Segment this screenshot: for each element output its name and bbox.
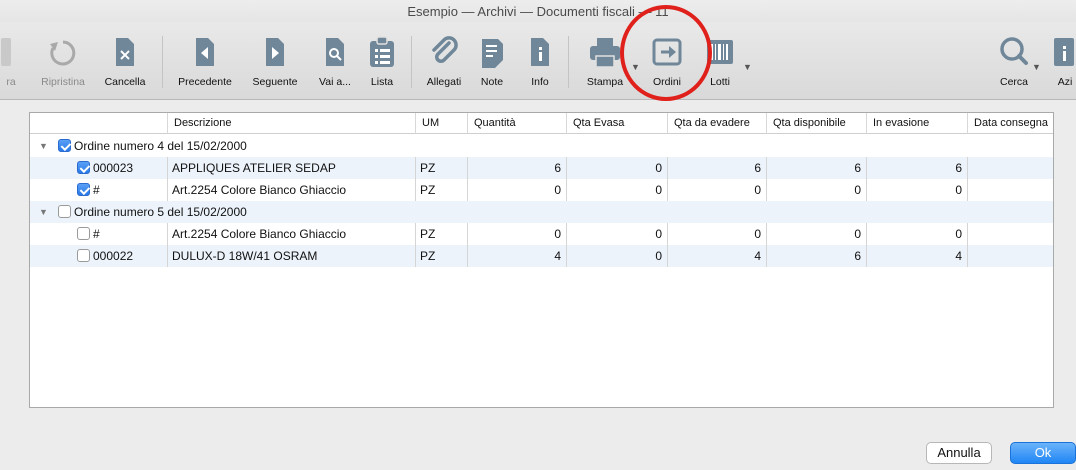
cell-qta-disponibile: 0 [766, 223, 866, 245]
cell-qta-disponibile: 6 [766, 245, 866, 267]
row-code: # [93, 227, 100, 241]
goto-document-icon [326, 38, 344, 66]
header-qta-disponibile[interactable]: Qta disponibile [766, 113, 866, 134]
disclosure-triangle-icon[interactable]: ▼ [39, 201, 48, 223]
restore-icon [50, 40, 76, 66]
cell-in-evasione: 6 [866, 157, 967, 179]
annulla-button[interactable]: Annulla [926, 442, 992, 464]
precedente-button[interactable]: Precedente [170, 28, 240, 94]
table-header: Descrizione UM Quantità Qta Evasa Qta da… [30, 113, 1053, 134]
row-checkbox[interactable] [77, 249, 90, 262]
group-label: Ordine numero 4 del 15/02/2000 [74, 139, 247, 153]
cell-quantita: 4 [467, 245, 566, 267]
paperclip-icon [432, 36, 458, 63]
cell-quantita: 0 [467, 179, 566, 201]
row-checkbox[interactable] [77, 183, 90, 196]
group-checkbox[interactable] [58, 205, 71, 218]
ordini-highlight-circle [620, 5, 712, 101]
header-qta-da-evadere[interactable]: Qta da evadere [667, 113, 766, 134]
cell-qta-da-evadere: 0 [667, 223, 766, 245]
cell-um: PZ [415, 245, 467, 267]
note-icon [482, 39, 503, 68]
previous-document-icon [196, 38, 214, 66]
delete-document-icon [116, 38, 134, 66]
header-quantita[interactable]: Quantità [467, 113, 566, 134]
group-row[interactable]: ▼ Ordine numero 5 del 15/02/2000 [30, 201, 1053, 223]
info-document-icon [531, 38, 549, 66]
toolbar-separator [411, 36, 412, 88]
cell-descrizione: Art.2254 Colore Bianco Ghiaccio [167, 179, 415, 201]
cerca-dropdown-arrow-icon[interactable]: ▼ [1032, 62, 1041, 72]
vai-a-button[interactable]: Vai a... [308, 28, 362, 94]
cell-data-consegna [967, 223, 1053, 245]
row-checkbox[interactable] [77, 161, 90, 174]
cell-descrizione: APPLIQUES ATELIER SEDAP [167, 157, 415, 179]
toolbar-separator [162, 36, 163, 88]
ok-button[interactable]: Ok [1010, 442, 1076, 464]
header-um[interactable]: UM [415, 113, 467, 134]
row-checkbox[interactable] [77, 227, 90, 240]
cell-qta-evasa: 0 [566, 179, 667, 201]
cell-qta-evasa: 0 [566, 223, 667, 245]
lotti-dropdown-arrow-icon[interactable]: ▼ [743, 62, 752, 72]
header-descrizione[interactable]: Descrizione [167, 113, 415, 134]
cerca-button[interactable]: Cerca [992, 28, 1036, 94]
group-row[interactable]: ▼ Ordine numero 4 del 15/02/2000 [30, 135, 1053, 157]
header-qta-evasa[interactable]: Qta Evasa [566, 113, 667, 134]
clipboard-list-icon [370, 36, 394, 67]
cell-in-evasione: 4 [866, 245, 967, 267]
seguente-button[interactable]: Seguente [244, 28, 306, 94]
group-checkbox[interactable] [58, 139, 71, 152]
toolbar-separator [568, 36, 569, 88]
cell-data-consegna [967, 157, 1053, 179]
cell-um: PZ [415, 157, 467, 179]
toolbar: ra Ripristina Cancella Precedente Seguen… [0, 22, 1076, 100]
page-icon [1, 38, 11, 66]
table-row[interactable]: 000022 DULUX-D 18W/41 OSRAM PZ 4 0 4 6 4 [30, 245, 1053, 267]
cell-um: PZ [415, 223, 467, 245]
row-code: 000023 [93, 161, 134, 175]
allegati-button[interactable]: Allegati [420, 28, 468, 94]
info-button[interactable]: Info [520, 28, 560, 94]
ripristina-button[interactable]: Ripristina [33, 28, 93, 94]
search-icon [1000, 37, 1028, 65]
azioni-button[interactable]: Azi [1050, 28, 1076, 94]
group-label: Ordine numero 5 del 15/02/2000 [74, 205, 247, 219]
row-code: 000022 [93, 249, 134, 263]
header-data-consegna[interactable]: Data consegna [967, 113, 1053, 134]
cell-qta-disponibile: 0 [766, 179, 866, 201]
toolbar-partial-left-button[interactable]: ra [0, 28, 26, 94]
cell-data-consegna [967, 179, 1053, 201]
row-code: # [93, 183, 100, 197]
cancella-button[interactable]: Cancella [100, 28, 150, 94]
cell-quantita: 6 [467, 157, 566, 179]
cell-quantita: 0 [467, 223, 566, 245]
cell-descrizione: DULUX-D 18W/41 OSRAM [167, 245, 415, 267]
cell-in-evasione: 0 [866, 223, 967, 245]
cell-in-evasione: 0 [866, 179, 967, 201]
cell-qta-da-evadere: 4 [667, 245, 766, 267]
table-row[interactable]: # Art.2254 Colore Bianco Ghiaccio PZ 0 0… [30, 223, 1053, 245]
cell-qta-evasa: 0 [566, 245, 667, 267]
note-button[interactable]: Note [472, 28, 512, 94]
lista-button[interactable]: Lista [362, 28, 402, 94]
next-document-icon [266, 38, 284, 66]
cell-qta-da-evadere: 6 [667, 157, 766, 179]
cell-data-consegna [967, 245, 1053, 267]
header-in-evasione[interactable]: In evasione [866, 113, 967, 134]
cell-qta-evasa: 0 [566, 157, 667, 179]
actions-icon [1054, 38, 1074, 66]
disclosure-triangle-icon[interactable]: ▼ [39, 135, 48, 157]
printer-icon [590, 38, 620, 68]
table-row[interactable]: 000023 APPLIQUES ATELIER SEDAP PZ 6 0 6 … [30, 157, 1053, 179]
cell-descrizione: Art.2254 Colore Bianco Ghiaccio [167, 223, 415, 245]
cell-qta-da-evadere: 0 [667, 179, 766, 201]
table-row[interactable]: # Art.2254 Colore Bianco Ghiaccio PZ 0 0… [30, 179, 1053, 201]
orders-table[interactable]: Descrizione UM Quantità Qta Evasa Qta da… [29, 112, 1054, 408]
cell-um: PZ [415, 179, 467, 201]
cell-qta-disponibile: 6 [766, 157, 866, 179]
